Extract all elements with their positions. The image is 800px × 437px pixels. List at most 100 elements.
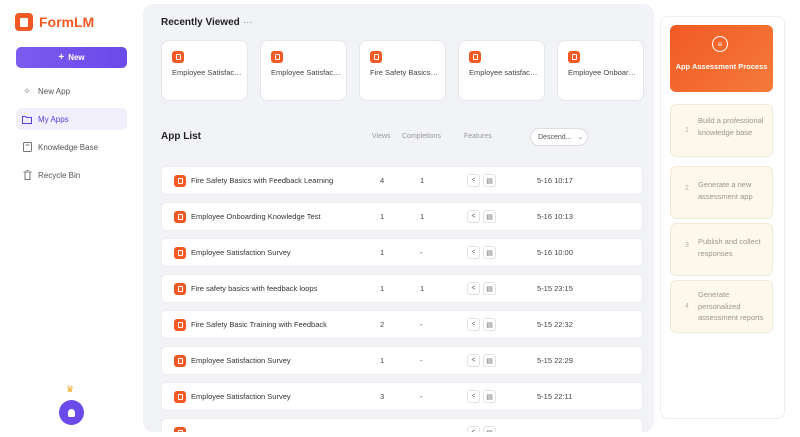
process-title: App Assessment Process — [675, 62, 768, 71]
table-row[interactable]: Fire Safety Basic Training with Feedback… — [161, 310, 643, 339]
document-icon[interactable]: ▤ — [483, 426, 496, 432]
row-views: 1 — [380, 284, 385, 293]
recently-viewed-title: Recently Viewed ··· — [161, 17, 253, 28]
row-app-name: Employee Satisfaction Survey — [191, 248, 291, 257]
process-card: ≡ App Assessment Process — [670, 25, 773, 92]
plus-icon: + — [58, 52, 65, 63]
row-views: 4 — [380, 176, 385, 185]
recent-card[interactable]: Employee Satisfaction Survey — [161, 40, 248, 101]
table-row[interactable]: Employee Satisfaction Survey 3 - < ▤ 5-15 22:… — [161, 382, 643, 411]
table-row[interactable]: Fire Safety Basics with Feedback Learnin… — [161, 166, 643, 195]
sidebar-nav: ✧ New App My Apps Knowledge Base Recycle… — [16, 80, 127, 192]
process-step: 3 Publish and collect responses — [670, 223, 773, 276]
sort-select-value: Descend... — [538, 133, 572, 141]
recent-card[interactable]: Employee Onboarding Knowledge Test — [557, 40, 644, 101]
row-date: 5-15 22:11 — [537, 392, 573, 401]
document-icon[interactable]: ▤ — [483, 246, 496, 259]
brand[interactable]: FormLM — [15, 13, 94, 31]
row-views: 1 — [380, 248, 385, 257]
user-icon — [68, 408, 75, 417]
row-app-name: Employee Satisfaction Survey — [191, 392, 291, 401]
sidebar-item-label: My Apps — [38, 114, 69, 124]
new-button[interactable]: + New — [16, 47, 127, 68]
brand-name: FormLM — [39, 14, 95, 30]
row-features: <▤ — [467, 390, 499, 403]
row-views: 3 — [380, 392, 385, 401]
row-app-name: Fire Safety Basic Training with Feedback — [191, 320, 327, 329]
sidebar-item-label: New App — [38, 86, 71, 96]
row-app-name: Employee Satisfaction Survey — [191, 356, 291, 365]
share-icon[interactable]: < — [467, 426, 480, 432]
process-step: 1 Build a professional knowledge base — [670, 104, 773, 157]
share-icon[interactable]: < — [467, 210, 480, 223]
table-row[interactable]: Employee Satisfaction Survey 1 - < ▤ 5-16 10:… — [161, 238, 643, 267]
sidebar-item-new-app[interactable]: ✧ New App — [16, 80, 127, 102]
sidebar-item-recycle-bin[interactable]: Recycle Bin — [16, 164, 127, 186]
app-icon — [174, 247, 186, 259]
crown-icon: ♛ — [66, 384, 75, 394]
document-icon[interactable]: ▤ — [483, 390, 496, 403]
folder-icon — [22, 114, 32, 124]
step-number: 3 — [685, 242, 689, 249]
row-completions: 1 — [420, 176, 425, 185]
sort-select[interactable]: Descend... ⌄ — [530, 128, 588, 146]
recent-card-label: Employee Onboarding Knowledge Test — [568, 68, 638, 77]
book-icon — [22, 142, 32, 152]
formlm-logo-icon — [15, 13, 33, 31]
row-features: <▤ — [467, 210, 499, 223]
app-icon — [172, 51, 184, 63]
sidebar-item-knowledge-base[interactable]: Knowledge Base — [16, 136, 127, 158]
avatar[interactable] — [59, 400, 84, 425]
app-icon — [174, 319, 186, 331]
step-text: Generate personalized assessment reports — [698, 290, 764, 322]
table-row[interactable]: Fire safety basics with feedback loops 1 1… — [161, 274, 643, 303]
app-icon — [174, 211, 186, 223]
app-icon — [370, 51, 382, 63]
document-icon[interactable]: ▤ — [483, 354, 496, 367]
table-row[interactable]: Employee Onboarding Knowledge Test 1 1 < ▤ 5-… — [161, 202, 643, 231]
share-icon[interactable]: < — [467, 354, 480, 367]
row-app-name: Employee Onboarding Knowledge Test — [191, 212, 321, 221]
row-date: 5-15 22:32 — [537, 320, 573, 329]
row-features: <▤ — [467, 426, 499, 432]
share-icon[interactable]: < — [467, 282, 480, 295]
app-icon — [568, 51, 580, 63]
recent-card[interactable]: Employee satisfaction survey — [458, 40, 545, 101]
document-icon[interactable]: ▤ — [483, 174, 496, 187]
process-icon: ≡ — [712, 36, 728, 52]
recent-card[interactable]: Fire Safety Basics with Feedback Learnin… — [359, 40, 446, 101]
share-icon[interactable]: < — [467, 174, 480, 187]
recent-card[interactable]: Employee Satisfaction Survey — [260, 40, 347, 101]
table-row[interactable]: <▤ — [161, 418, 643, 432]
row-completions: 1 — [420, 212, 425, 221]
row-features: <▤ — [467, 318, 499, 331]
row-features: <▤ — [467, 246, 499, 259]
more-icon[interactable]: ··· — [243, 17, 253, 28]
table-row[interactable]: Employee Satisfaction Survey 1 - < ▤ 5-15 22:… — [161, 346, 643, 375]
row-completions: - — [420, 392, 423, 401]
document-icon[interactable]: ▤ — [483, 210, 496, 223]
share-icon[interactable]: < — [467, 318, 480, 331]
row-date: 5-16 10:17 — [537, 176, 573, 185]
row-views: 1 — [380, 212, 385, 221]
row-features: <▤ — [467, 354, 499, 367]
document-icon[interactable]: ▤ — [483, 282, 496, 295]
column-header-views: Views — [372, 133, 391, 140]
process-panel: ≡ App Assessment Process 1 Build a profe… — [660, 16, 785, 419]
step-text: Generate a new assessment app — [698, 180, 753, 201]
row-date: 5-15 23:15 — [537, 284, 573, 293]
app-icon — [271, 51, 283, 63]
sidebar-item-my-apps[interactable]: My Apps — [16, 108, 127, 130]
step-text: Build a professional knowledge base — [698, 116, 764, 137]
row-app-name: Fire Safety Basics with Feedback Learnin… — [191, 176, 334, 185]
share-icon[interactable]: < — [467, 390, 480, 403]
app-icon — [174, 391, 186, 403]
document-icon[interactable]: ▤ — [483, 318, 496, 331]
process-step: 4 Generate personalized assessment repor… — [670, 280, 773, 333]
recent-card-label: Employee satisfaction survey — [469, 68, 539, 77]
chevron-down-icon: ⌄ — [577, 134, 584, 141]
column-header-features: Features — [464, 133, 492, 140]
step-text: Publish and collect responses — [698, 237, 761, 258]
app-icon — [174, 175, 186, 187]
share-icon[interactable]: < — [467, 246, 480, 259]
